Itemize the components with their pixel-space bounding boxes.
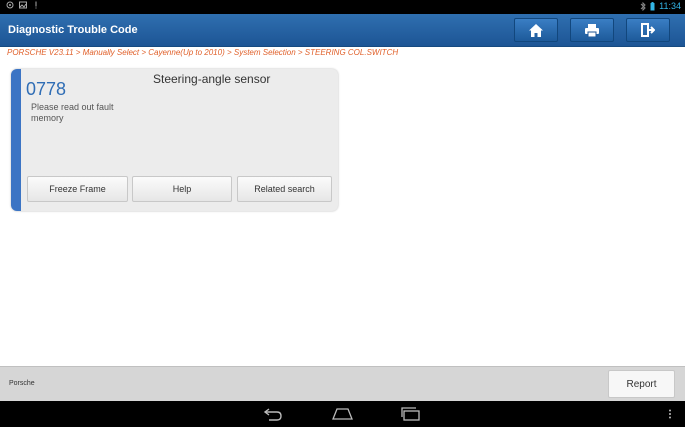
exit-button[interactable] [626,18,670,42]
status-left-icons [6,1,40,9]
exit-icon [641,23,655,37]
status-right: 11:34 [640,1,681,11]
dtc-message: Please read out fault memory [31,102,114,123]
back-icon[interactable] [263,407,283,421]
overflow-menu-icon[interactable] [668,409,672,419]
report-button[interactable]: Report [608,370,675,398]
page-title: Diagnostic Trouble Code [8,24,138,36]
card-accent-bar [11,69,21,211]
home-nav-icon[interactable] [332,407,353,421]
android-nav-bar [0,401,685,427]
title-bar: Diagnostic Trouble Code [0,14,685,47]
freeze-frame-button[interactable]: Freeze Frame [27,176,128,202]
image-icon [19,1,27,9]
home-icon [529,23,543,37]
status-bar: 11:34 [0,0,685,14]
clock: 11:34 [659,1,681,11]
help-button[interactable]: Help [132,176,232,202]
recents-icon[interactable] [401,407,421,421]
print-button[interactable] [570,18,614,42]
related-search-button[interactable]: Related search [237,176,332,202]
alert-icon [35,1,37,9]
bluetooth-icon [640,1,646,11]
location-icon [6,1,14,9]
dtc-title: Steering-angle sensor [153,72,271,86]
battery-icon [650,1,655,10]
dtc-code: 0778 [26,79,67,99]
home-button[interactable] [514,18,558,42]
bottom-panel: Porsche Report [0,366,685,401]
breadcrumb: PORSCHE V23.11 > Manually Select > Cayen… [7,48,399,57]
printer-icon [585,23,599,37]
brand-label: Porsche [9,380,35,387]
dtc-card: 0778 Steering-angle sensor Please read o… [11,69,338,211]
